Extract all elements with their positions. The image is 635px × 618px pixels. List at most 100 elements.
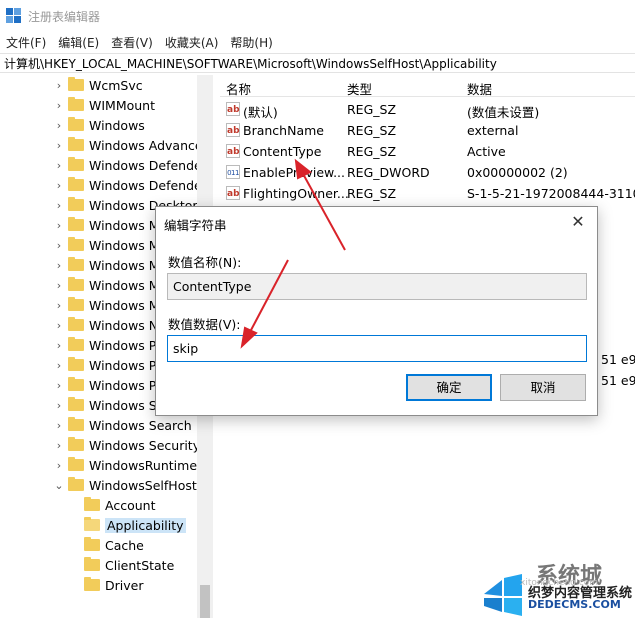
tree-item-label: Windows Po <box>89 377 164 393</box>
chevron-right-icon[interactable]: › <box>52 339 66 352</box>
tree-item-label: WindowsRuntime <box>89 457 198 473</box>
chevron-right-icon[interactable]: › <box>52 139 66 152</box>
tree-item-label: Windows M <box>89 237 160 253</box>
regedit-app-icon <box>6 8 22 24</box>
value-name: FlightingOwner... <box>243 186 349 201</box>
ok-button[interactable]: 确定 <box>406 374 492 401</box>
folder-icon <box>84 557 100 571</box>
tree-item[interactable]: ClientState <box>68 555 174 575</box>
list-cell-data-peek: 51 e9 <box>601 352 635 367</box>
tree-item[interactable]: › Windows N <box>52 315 158 335</box>
tree-item[interactable]: › Windows Defende <box>52 155 202 175</box>
value-data-input[interactable]: skip <box>167 335 587 362</box>
tree-scrollbar-thumb[interactable] <box>200 585 210 618</box>
close-icon[interactable]: ✕ <box>567 211 589 233</box>
tree-item[interactable]: Driver <box>68 575 143 595</box>
chevron-right-icon[interactable]: › <box>52 439 66 452</box>
tree-item[interactable]: › Windows Advance <box>52 135 203 155</box>
tree-item[interactable]: › Windows Security <box>52 435 200 455</box>
menu-edit[interactable]: 编辑(E) <box>52 34 105 51</box>
value-row[interactable]: 011 EnablePreview... REG_DWORD 0x00000002 (… <box>220 162 635 183</box>
value-row[interactable]: ab BranchName REG_SZ external <box>220 120 635 141</box>
tree-item-label: WIMMount <box>89 97 156 113</box>
chevron-right-icon[interactable]: › <box>52 299 66 312</box>
chevron-down-icon[interactable]: ⌄ <box>52 479 66 492</box>
tree-item-label: Windows M <box>89 217 160 233</box>
tree-item[interactable]: › Windows Defende <box>52 175 202 195</box>
tree-item[interactable]: › Windows M <box>52 215 160 235</box>
watermark-logo: 系统城 xitongcheng.com 织梦内容管理系统 DEDECMS.COM <box>480 560 635 618</box>
tree-item[interactable]: Account <box>68 495 155 515</box>
tree-item[interactable]: › Windows Ph <box>52 355 164 375</box>
menu-favorites[interactable]: 收藏夹(A) <box>159 34 225 51</box>
menu-file[interactable]: 文件(F) <box>0 34 52 51</box>
menu-help[interactable]: 帮助(H) <box>224 34 278 51</box>
tree-item[interactable]: Applicability <box>68 515 186 535</box>
chevron-right-icon[interactable]: › <box>52 99 66 112</box>
tree-item[interactable]: › WindowsRuntime <box>52 455 197 475</box>
folder-icon <box>68 277 84 291</box>
folder-icon <box>68 197 84 211</box>
tree-item-label: Windows Defende <box>89 157 202 173</box>
chevron-right-icon[interactable]: › <box>52 419 66 432</box>
tree-item[interactable]: › Windows M <box>52 275 160 295</box>
folder-icon <box>68 357 84 371</box>
chevron-right-icon[interactable]: › <box>52 119 66 132</box>
tree-item-label: Applicability <box>105 517 186 533</box>
list-cell-data-peek: 51 e9 <box>601 373 635 388</box>
chevron-right-icon[interactable]: › <box>52 159 66 172</box>
tree-item-label: Windows Advance <box>89 137 203 153</box>
chevron-right-icon[interactable]: › <box>52 279 66 292</box>
address-bar[interactable]: 计算机\HKEY_LOCAL_MACHINE\SOFTWARE\Microsof… <box>0 53 635 73</box>
value-row[interactable]: ab FlightingOwner... REG_SZ S-1-5-21-197200… <box>220 183 635 204</box>
windows-logo-icon <box>484 574 522 616</box>
tree-item[interactable]: › WcmSvc <box>52 75 143 95</box>
chevron-right-icon[interactable]: › <box>52 259 66 272</box>
tree-item[interactable]: › Windows Pe <box>52 335 164 355</box>
value-row[interactable]: ab ContentType REG_SZ Active <box>220 141 635 162</box>
value-type: REG_SZ <box>347 102 397 117</box>
tree-item-label: Windows N <box>89 317 159 333</box>
folder-icon <box>68 437 84 451</box>
chevron-right-icon[interactable]: › <box>52 399 66 412</box>
cancel-button[interactable]: 取消 <box>500 374 586 401</box>
folder-icon <box>68 117 84 131</box>
folder-icon <box>84 537 100 551</box>
tree-item[interactable]: › WIMMount <box>52 95 155 115</box>
column-header-type[interactable]: 类型 <box>347 79 372 98</box>
chevron-right-icon[interactable]: › <box>52 179 66 192</box>
tree-item[interactable]: › Windows M <box>52 255 160 275</box>
chevron-right-icon[interactable]: › <box>52 219 66 232</box>
tree-item[interactable]: › Windows Search <box>52 415 192 435</box>
column-header-name[interactable]: 名称 <box>226 79 251 98</box>
tree-item-label: Windows <box>89 117 145 133</box>
tree-item[interactable]: › Windows M <box>52 295 160 315</box>
chevron-right-icon[interactable]: › <box>52 379 66 392</box>
binary-value-icon: 011 <box>226 165 240 179</box>
chevron-right-icon[interactable]: › <box>52 459 66 472</box>
tree-item-label: Windows Search <box>89 417 192 433</box>
chevron-right-icon[interactable]: › <box>52 199 66 212</box>
value-row[interactable]: ab (默认) REG_SZ (数值未设置) <box>220 99 635 120</box>
tree-item[interactable]: Cache <box>68 535 144 555</box>
value-type: REG_SZ <box>347 186 397 201</box>
value-name: BranchName <box>243 123 324 138</box>
chevron-right-icon[interactable]: › <box>52 359 66 372</box>
chevron-right-icon[interactable]: › <box>52 79 66 92</box>
tree-item[interactable]: › Windows Po <box>52 375 164 395</box>
value-name-field: ContentType <box>167 273 587 300</box>
tree-item-label: Driver <box>105 577 144 593</box>
folder-icon <box>68 317 84 331</box>
folder-icon <box>84 517 100 531</box>
column-header-data[interactable]: 数据 <box>467 79 492 98</box>
string-value-icon: ab <box>226 123 240 137</box>
chevron-right-icon[interactable]: › <box>52 239 66 252</box>
tree-item-label: ClientState <box>105 557 175 573</box>
menu-bar: 文件(F) 编辑(E) 查看(V) 收藏夹(A) 帮助(H) <box>0 32 635 52</box>
tree-item[interactable]: › Windows M <box>52 235 160 255</box>
tree-item[interactable]: ⌄ WindowsSelfHost <box>52 475 197 495</box>
chevron-right-icon[interactable]: › <box>52 319 66 332</box>
menu-view[interactable]: 查看(V) <box>105 34 159 51</box>
tree-item-label: Account <box>105 497 156 513</box>
tree-item[interactable]: › Windows <box>52 115 145 135</box>
